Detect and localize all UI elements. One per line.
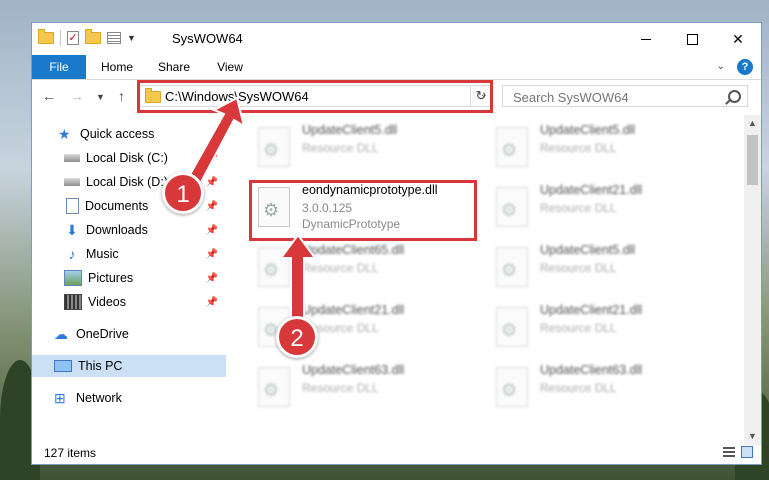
step2-arrow-shape [279, 233, 317, 323]
step1-arrow [185, 96, 317, 323]
step1-badge: 1 [162, 172, 204, 214]
step1-arrow-shape [185, 96, 246, 188]
step2-badge: 2 [276, 316, 318, 358]
